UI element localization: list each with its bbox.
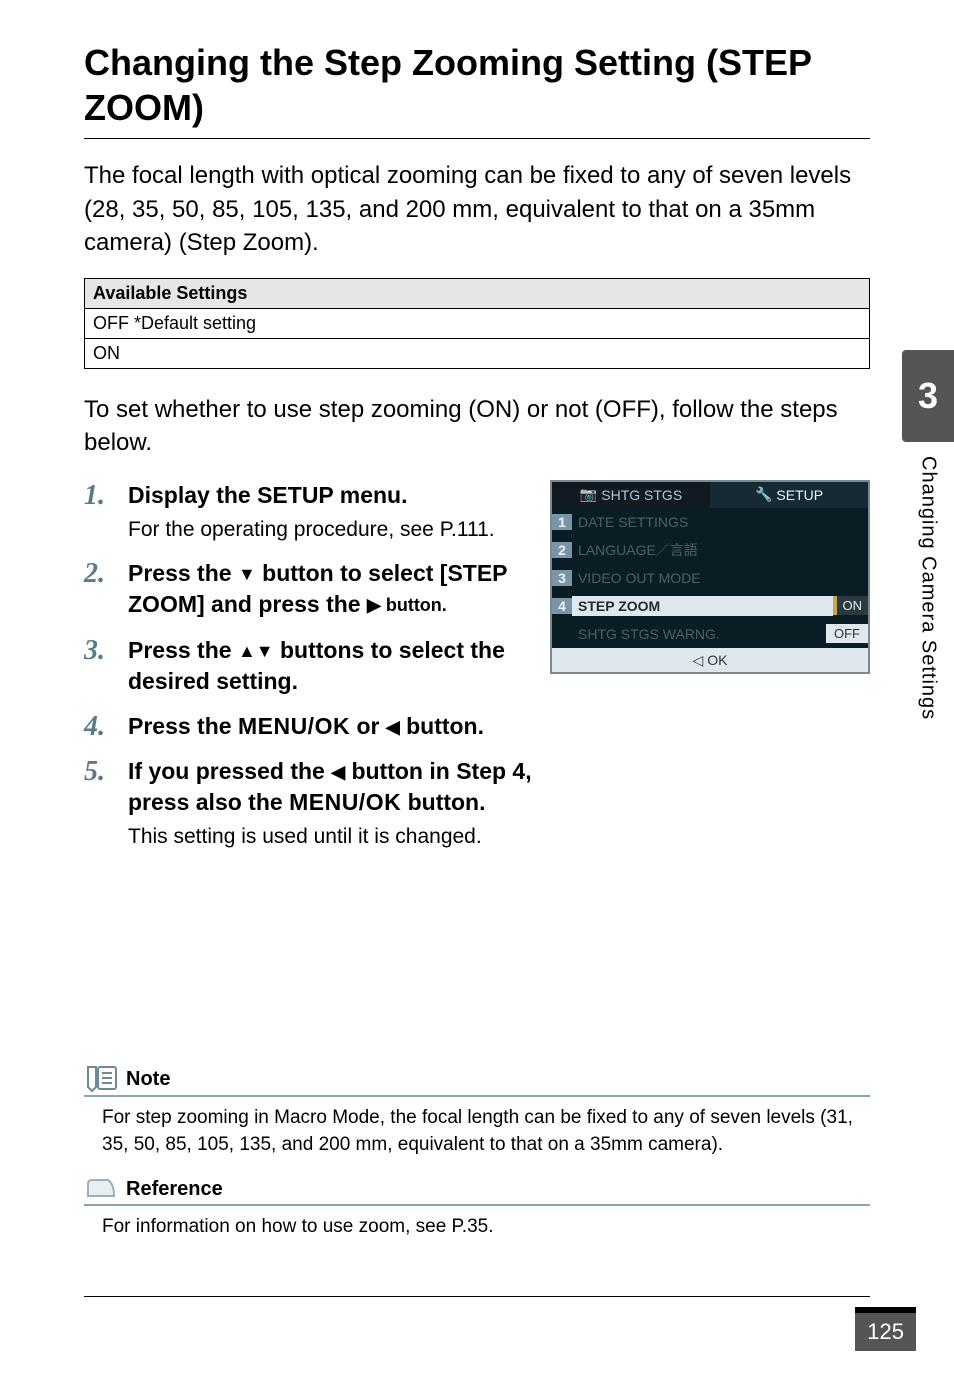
lcd-row: 1 DATE SETTINGS: [552, 508, 868, 536]
row-label: LANGUAGE／言語: [572, 540, 868, 560]
text: Press the: [128, 560, 238, 586]
right-triangle-icon: ▶ button.: [367, 595, 447, 615]
row-label: DATE SETTINGS: [572, 514, 868, 530]
lcd-row: SHTG STGS WARNG. OFF: [552, 620, 868, 648]
step-5: If you pressed the ◀ button in Step 4, p…: [84, 756, 532, 851]
row-option-off: OFF: [826, 624, 868, 643]
camera-lcd-screenshot: 📷 SHTG STGS 🔧 SETUP 1 DATE SETTINGS 2 LA…: [550, 480, 870, 674]
lcd-tab-shtg: 📷 SHTG STGS: [552, 482, 710, 508]
steps-list: Display the SETUP menu. For the operatin…: [84, 480, 532, 851]
step-2: Press the ▼ button to select [STEP ZOOM]…: [84, 558, 532, 620]
instruction-paragraph: To set whether to use step zooming (ON) …: [84, 393, 870, 460]
tab-label: SETUP: [776, 487, 823, 503]
note-icon: [84, 1065, 118, 1093]
lcd-row: 3 VIDEO OUT MODE: [552, 564, 868, 592]
chapter-label: Changing Camera Settings: [917, 456, 940, 720]
reference-icon: [84, 1176, 118, 1202]
step-heading: Press the ▲▼ buttons to select the desir…: [128, 635, 532, 697]
step-subtext: This setting is used until it is changed…: [128, 822, 532, 851]
menu-ok-key: MENU/OK: [289, 789, 401, 815]
text: Press the: [128, 637, 238, 663]
step-3: Press the ▲▼ buttons to select the desir…: [84, 635, 532, 697]
lcd-tabs: 📷 SHTG STGS 🔧 SETUP: [552, 482, 868, 508]
text: or: [350, 713, 386, 739]
title-divider: [84, 138, 870, 139]
lcd-tab-setup: 🔧 SETUP: [710, 482, 868, 508]
table-row: OFF *Default setting: [85, 308, 870, 338]
note-label: Note: [126, 1068, 170, 1091]
tab-label: SHTG STGS: [601, 487, 682, 503]
wrench-icon: 🔧: [755, 486, 772, 503]
available-settings-table: Available Settings OFF *Default setting …: [84, 278, 870, 369]
row-number: 4: [552, 598, 572, 614]
menu-ok-key: MENU/OK: [238, 713, 350, 739]
step-heading: Press the ▼ button to select [STEP ZOOM]…: [128, 558, 532, 620]
step-1: Display the SETUP menu. For the operatin…: [84, 480, 532, 544]
row-label: STEP ZOOM: [572, 596, 833, 616]
table-header: Available Settings: [85, 278, 870, 308]
text: If you pressed the: [128, 758, 331, 784]
text: Press the: [128, 713, 238, 739]
step-heading: Display the SETUP menu.: [128, 480, 532, 511]
reference-body: For information on how to use zoom, see …: [84, 1214, 870, 1259]
text: button.: [401, 789, 485, 815]
left-triangle-icon: ◀: [331, 762, 345, 782]
left-triangle-icon: ◀: [386, 717, 400, 737]
lcd-footer: ◁ OK: [552, 648, 868, 672]
row-option-on: ON: [833, 596, 869, 615]
row-label: VIDEO OUT MODE: [572, 570, 868, 586]
text: button.: [400, 713, 484, 739]
page-title: Changing the Step Zooming Setting (STEP …: [84, 40, 870, 130]
side-chapter-tab: 3 Changing Camera Settings: [902, 350, 954, 780]
page: Changing the Step Zooming Setting (STEP …: [0, 0, 954, 1379]
camera-icon: 📷: [580, 486, 597, 503]
chapter-number: 3: [902, 350, 954, 442]
down-triangle-icon: ▼: [238, 564, 256, 584]
table-row: ON: [85, 338, 870, 368]
note-body: For step zooming in Macro Mode, the foca…: [84, 1105, 870, 1176]
row-number: 3: [552, 570, 572, 586]
up-down-triangle-icon: ▲▼: [238, 641, 274, 661]
page-number: 125: [855, 1307, 916, 1351]
row-number: 1: [552, 514, 572, 530]
step-heading: Press the MENU/OK or ◀ button.: [128, 711, 532, 742]
lcd-row-selected: 4 STEP ZOOM ON: [552, 592, 868, 620]
note-heading: Note: [84, 1065, 870, 1097]
step-subtext: For the operating procedure, see P.111.: [128, 515, 532, 544]
step-4: Press the MENU/OK or ◀ button.: [84, 711, 532, 742]
row-number: 2: [552, 542, 572, 558]
row-label: SHTG STGS WARNG.: [572, 626, 826, 642]
step-heading: If you pressed the ◀ button in Step 4, p…: [128, 756, 532, 818]
reference-heading: Reference: [84, 1176, 870, 1206]
note-block: Note For step zooming in Macro Mode, the…: [84, 1065, 870, 1259]
footer-divider: [84, 1296, 870, 1297]
lcd-row: 2 LANGUAGE／言語: [552, 536, 868, 564]
intro-paragraph: The focal length with optical zooming ca…: [84, 159, 870, 260]
reference-label: Reference: [126, 1178, 223, 1201]
